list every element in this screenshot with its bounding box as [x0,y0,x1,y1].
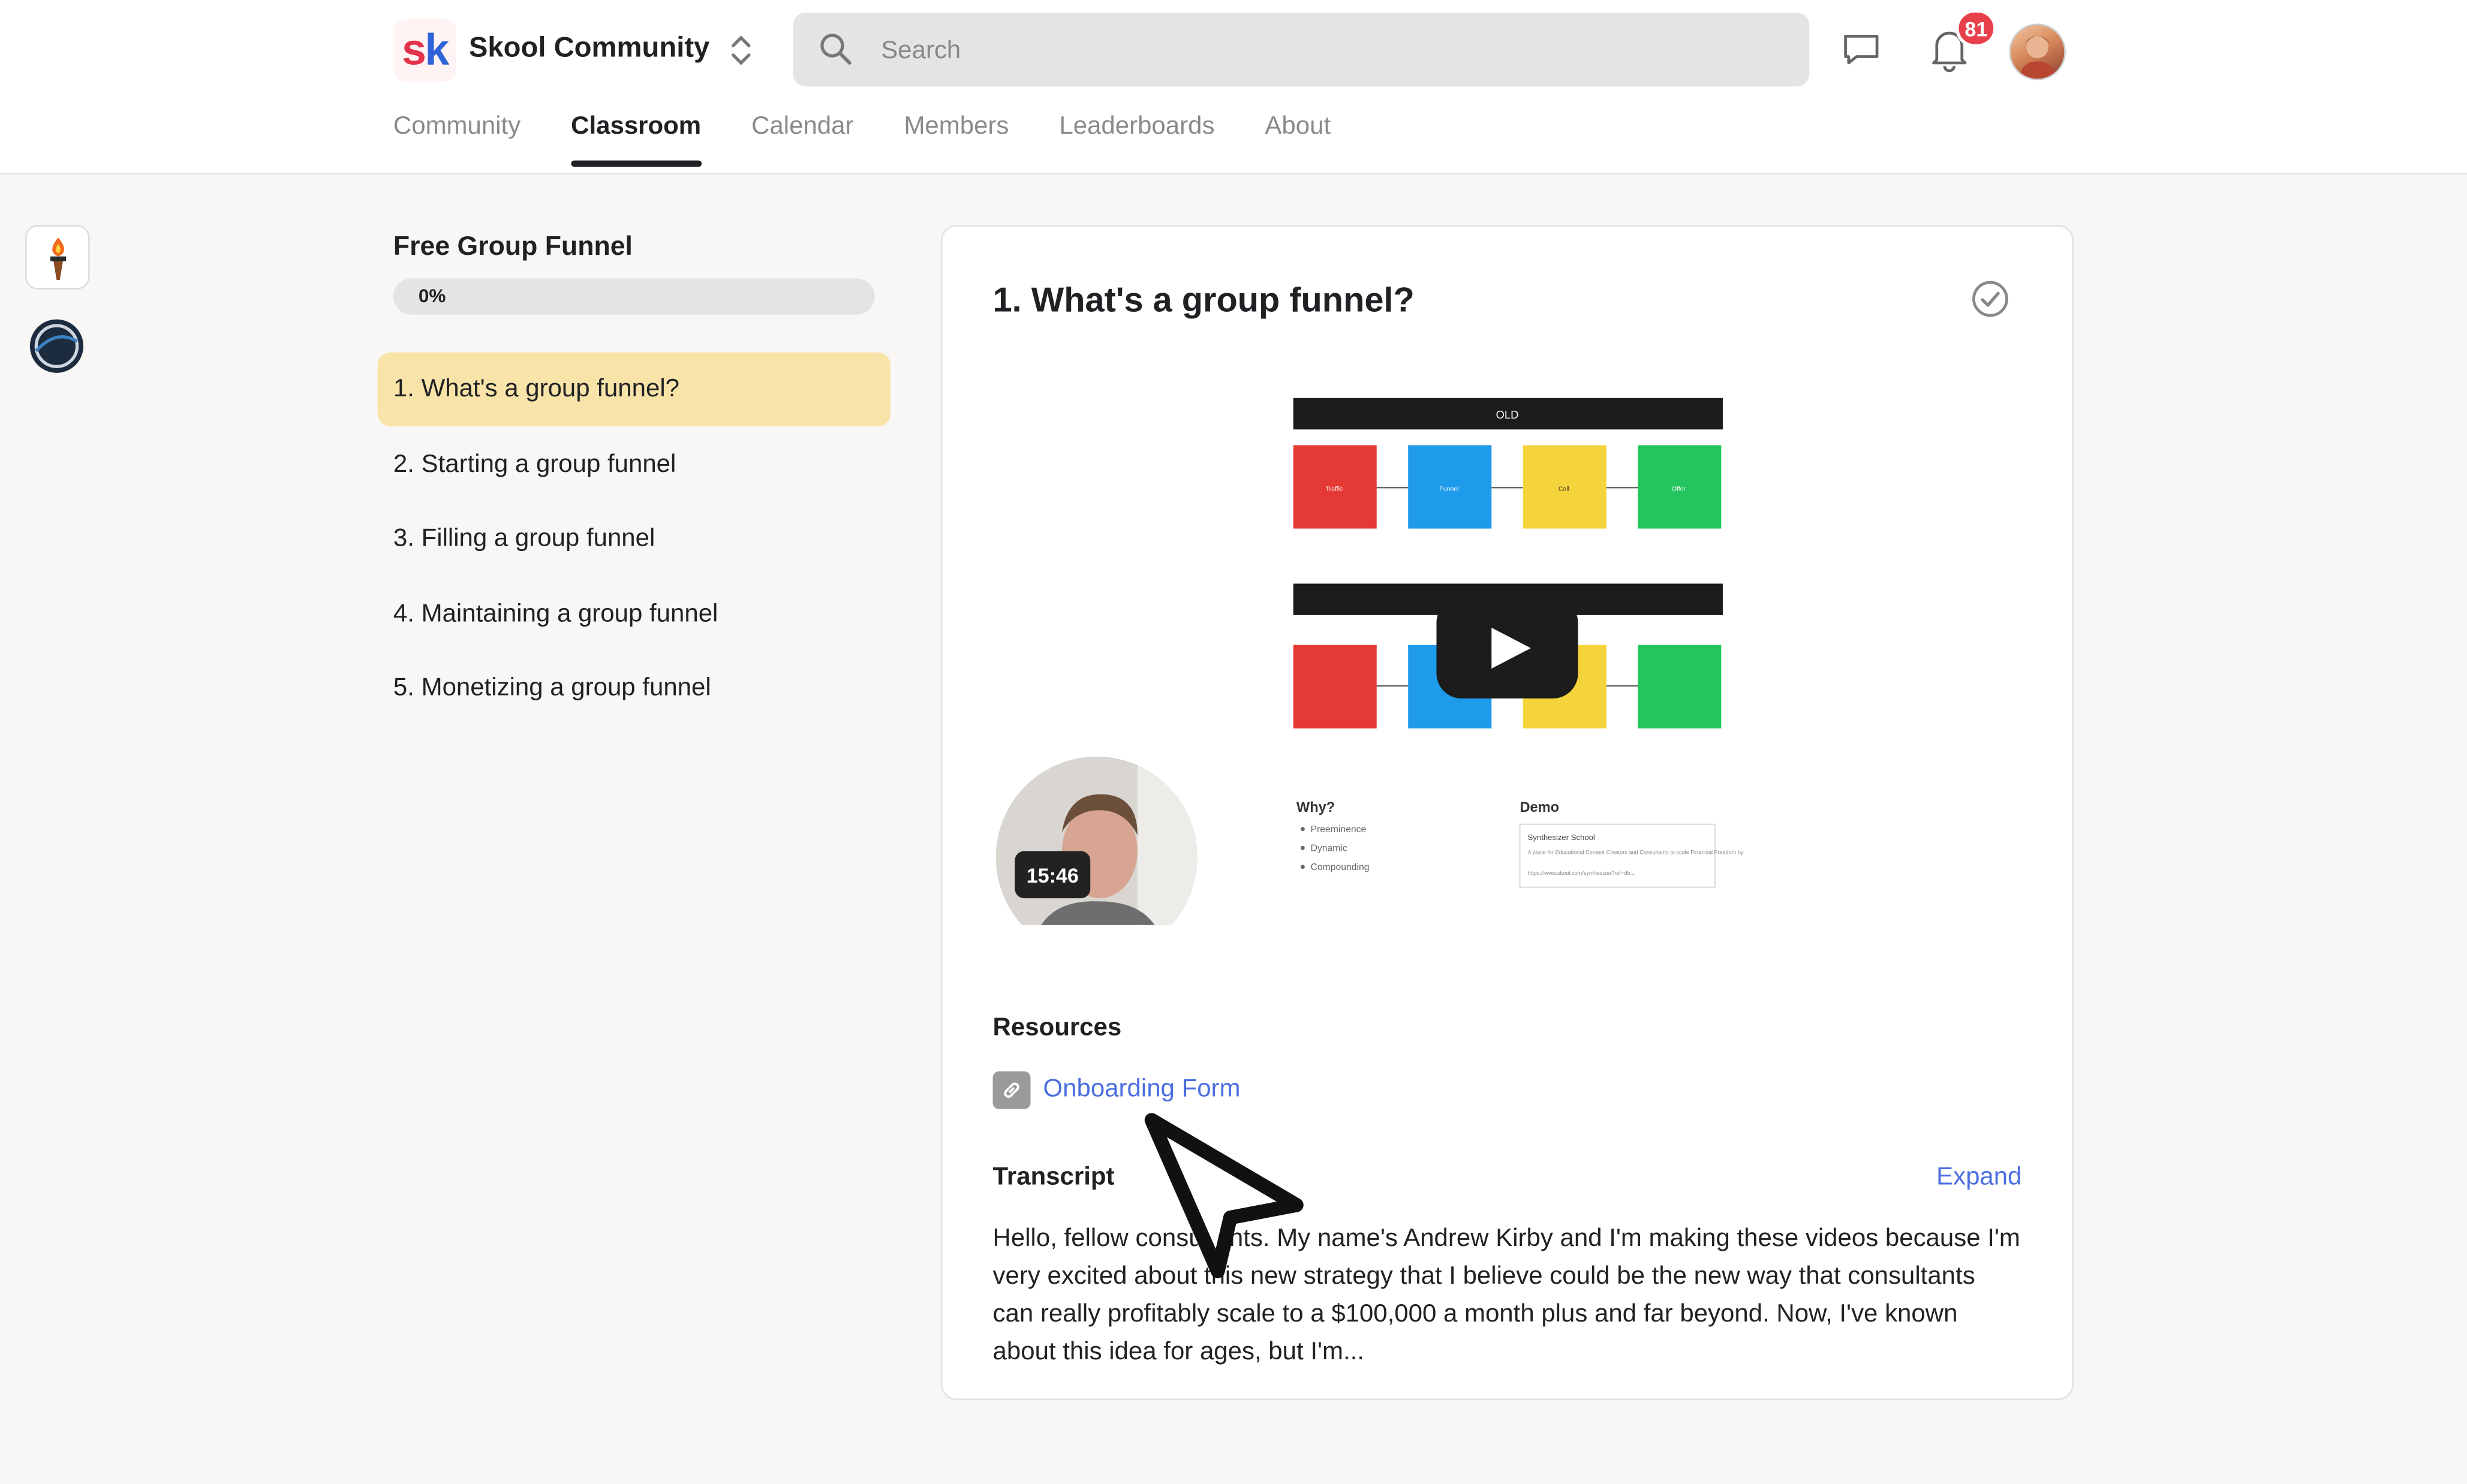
check-circle-icon[interactable] [1971,280,2009,318]
tab-community[interactable]: Community [393,113,521,164]
torch-icon [49,236,65,279]
notification-badge: 81 [1955,9,1997,47]
transcript-expand-button[interactable]: Expand [1936,1164,2021,1193]
lesson-card: 1. What's a group funnel? OLD Traffic Fu… [940,225,2074,1401]
lesson-item-5[interactable]: 5. Monetizing a group funnel [378,652,890,726]
tab-members[interactable]: Members [904,113,1009,164]
slide-box-label-3: Call [1559,486,1569,493]
lesson-item-2[interactable]: 2. Starting a group funnel [378,428,890,501]
slide-demo-heading: Demo [1520,800,1559,815]
slide-box-label-4: Offer [1672,486,1686,493]
slide-demo-url: https://www.skool.com/synthesizer?ref=db… [1528,870,1635,876]
resource-link-onboarding-form[interactable]: Onboarding Form [1043,1076,1241,1104]
avatar-photo [2018,36,2057,79]
course-progress-bar: 0% [393,278,875,315]
search-icon [820,34,852,65]
slide-why-item-3: Compounding [1311,862,1370,872]
community-logo[interactable]: sk [393,19,456,82]
user-avatar[interactable] [2009,23,2066,80]
top-header: sk Skool Community 81 [0,0,2467,175]
group-switch-torch[interactable] [25,225,90,290]
lesson-title: 1. What's a group funnel? [992,280,1415,320]
progress-label: 0% [418,284,446,307]
community-name[interactable]: Skool Community [469,31,709,64]
play-icon[interactable] [1436,598,1578,699]
video-duration: 15:46 [1015,851,1091,899]
slide-box-label-1: Traffic [1326,486,1343,493]
tab-calendar[interactable]: Calendar [751,113,853,164]
tab-leaderboards[interactable]: Leaderboards [1059,113,1214,164]
search-bar[interactable] [793,12,1810,90]
compass-icon [29,318,83,372]
switch-community-icon[interactable] [727,31,755,69]
tab-about[interactable]: About [1265,113,1331,164]
transcript-heading: Transcript [992,1164,1115,1191]
course-title: Free Group Funnel [393,231,633,261]
group-switch-compass[interactable] [25,315,86,376]
resources-heading: Resources [992,1015,1122,1041]
lesson-item-3[interactable]: 3. Filling a group funnel [378,502,890,576]
slide-box-label-2: Funnel [1439,486,1458,493]
slide-header-text: OLD [1496,408,1519,421]
page: sk Skool Community 81 [0,0,2467,1483]
slide-why-heading: Why? [1296,800,1335,815]
link-icon [992,1071,1031,1109]
main-tabs: Community Classroom Calendar Members Lea… [393,113,1331,167]
slide-demo-text: A place for Educational Content Creators… [1528,850,1744,856]
search-input[interactable] [878,12,1765,90]
video-player[interactable]: OLD Traffic Funnel Call Offer Why? Preem… [995,339,2022,925]
slide-demo-title: Synthesizer School [1528,833,1595,842]
lesson-item-1[interactable]: 1. What's a group funnel? [377,352,891,427]
lesson-item-4[interactable]: 4. Maintaining a group funnel [378,577,890,651]
slide-why-item-2: Dynamic [1311,843,1347,853]
tab-classroom[interactable]: Classroom [571,113,701,167]
chat-icon[interactable] [1841,28,1882,69]
slide-why-item-1: Preeminence [1311,824,1367,835]
cursor-arrow-icon [1144,1113,1304,1278]
lesson-list: 1. What's a group funnel? 2. Starting a … [377,352,891,727]
